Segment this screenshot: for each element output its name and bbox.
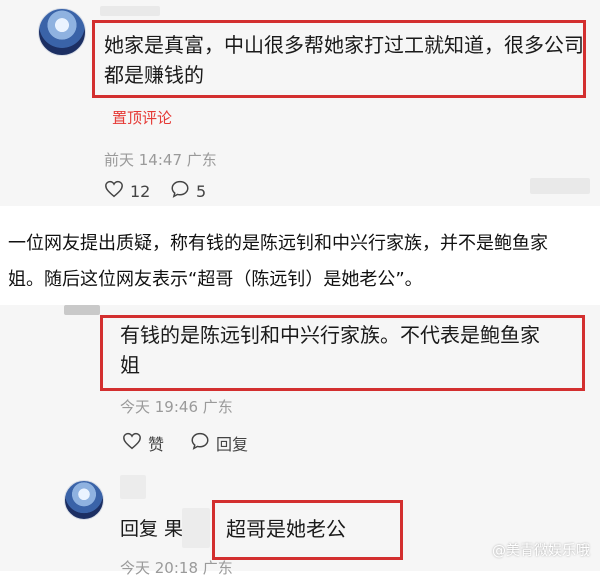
comment-bubble-icon — [170, 180, 190, 202]
comment-panel-1: 她家是真富，中山很多帮她家打过工就知道，很多公司 都是赚钱的 置顶评论 前天 1… — [0, 0, 600, 206]
like-count: 12 — [130, 181, 151, 201]
reply-count: 5 — [196, 181, 207, 201]
reply-label: 回复 — [216, 435, 249, 454]
reply-button[interactable]: 回复 — [190, 431, 248, 455]
avatar-cropped — [64, 305, 100, 315]
comment-timestamp: 前天 14:47 广东 — [104, 151, 217, 169]
username-blurred — [100, 6, 160, 16]
reply-timestamp: 今天 20:18 广东 — [120, 559, 233, 577]
comment-text-line-1: 她家是真富，中山很多帮她家打过工就知道，很多公司 — [104, 33, 584, 57]
article-paragraph-line-1: 一位网友提出质疑，称有钱的是陈远钊和中兴行家族，并不是鲍鱼家 — [8, 233, 548, 254]
like-button[interactable]: 12 — [104, 180, 150, 202]
like-button[interactable]: 赞 — [122, 431, 164, 455]
heart-icon — [104, 180, 124, 202]
avatar[interactable] — [38, 8, 86, 56]
reply-avatar[interactable] — [64, 480, 104, 520]
comment-text-line-2: 姐 — [120, 353, 140, 377]
pinned-comment-badge: 置顶评论 — [112, 109, 173, 127]
comment-panel-2: 有钱的是陈远钊和中兴行家族。不代表是鲍鱼家 姐 今天 19:46 广东 赞 回复… — [0, 305, 600, 577]
heart-icon — [122, 432, 142, 454]
comment-timestamp: 今天 19:46 广东 — [120, 398, 233, 416]
reply-target-blurred — [182, 508, 210, 548]
watermark: @美青微娱乐哦 — [492, 543, 590, 559]
comment-bubble-icon — [190, 432, 210, 454]
reply-prefix: 回复 果 — [120, 518, 184, 540]
blurred-region — [530, 178, 590, 194]
comment-text-line-2: 都是赚钱的 — [104, 63, 204, 87]
reply-username-blurred — [120, 475, 146, 499]
article-paragraph-line-2: 姐。随后这位网友表示“超哥（陈远钊）是她老公”。 — [8, 269, 423, 290]
reply-text: 超哥是她老公 — [226, 517, 346, 541]
like-label: 赞 — [148, 435, 165, 454]
comment-text-line-1: 有钱的是陈远钊和中兴行家族。不代表是鲍鱼家 — [120, 323, 540, 347]
reply-button[interactable]: 5 — [170, 180, 206, 202]
